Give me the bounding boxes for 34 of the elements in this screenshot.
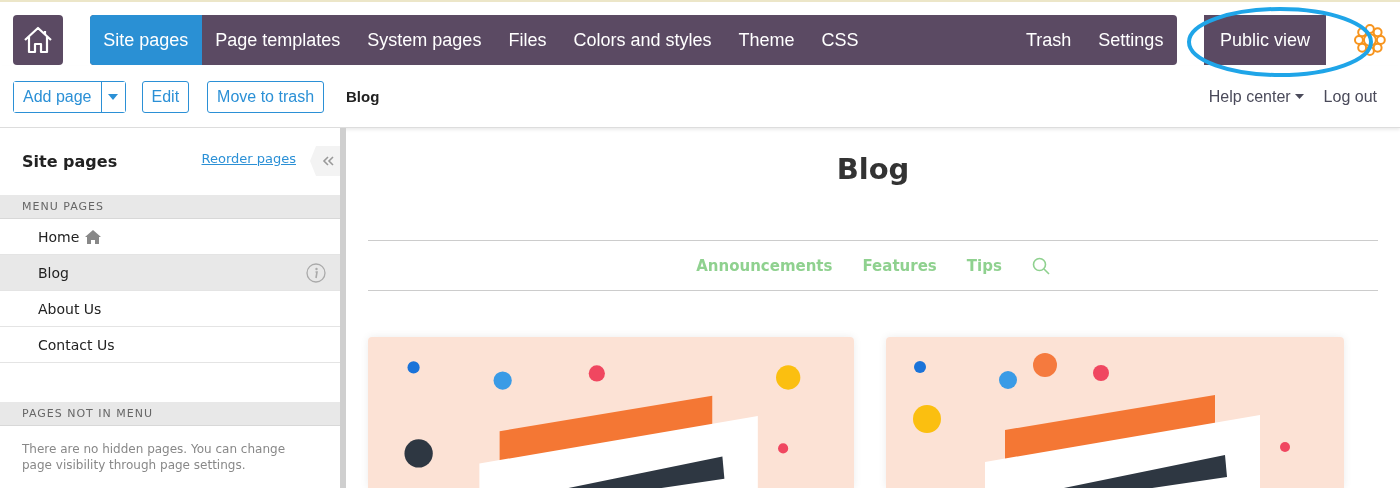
add-page-dropdown-button[interactable]	[100, 81, 125, 112]
page-item[interactable]: Blog	[0, 255, 340, 291]
help-center-menu[interactable]: Help center	[1208, 87, 1304, 106]
collapse-button[interactable]	[310, 146, 340, 176]
double-chevron-left-icon	[322, 156, 334, 166]
nav-tab[interactable]: System pages	[353, 15, 495, 65]
caret-icon	[1294, 94, 1304, 99]
page-name: Home	[38, 228, 80, 245]
nav-tab[interactable]: Files	[494, 15, 560, 65]
caret-icon	[108, 93, 118, 100]
page-name: Contact Us	[38, 336, 115, 353]
search-icon[interactable]	[1031, 256, 1050, 275]
current-page-label: Blog	[346, 88, 380, 105]
reorder-pages-link[interactable]: Reorder pages	[201, 151, 296, 166]
nav-tab[interactable]: Settings	[1084, 15, 1177, 65]
section-heading: MENU PAGES	[0, 195, 340, 219]
info-icon[interactable]	[306, 262, 326, 283]
sidebar-title: Site pages	[22, 152, 118, 171]
toolbar-button[interactable]: Move to trash	[207, 80, 325, 113]
sun-icon	[1353, 23, 1387, 57]
log-out-link[interactable]: Log out	[1323, 87, 1377, 106]
public-view-button[interactable]: Public view	[1203, 15, 1327, 65]
home-icon	[85, 229, 102, 244]
page-name: Blog	[38, 264, 69, 281]
section-heading: PAGES NOT IN MENU	[0, 402, 340, 426]
nav-tab[interactable]: Theme	[724, 15, 808, 65]
nav-tab[interactable]: Page templates	[201, 15, 354, 65]
home-button[interactable]	[13, 15, 63, 65]
page-title: Blog	[835, 151, 911, 188]
empty-message: There are no hidden pages. You can change page visibility through page settings.	[21, 441, 287, 474]
nav-tab[interactable]: Colors and styles	[559, 15, 725, 65]
nav-tab[interactable]: CSS	[808, 15, 872, 65]
page-name: About Us	[38, 300, 102, 317]
nav-tab[interactable]: Trash	[1012, 15, 1085, 65]
